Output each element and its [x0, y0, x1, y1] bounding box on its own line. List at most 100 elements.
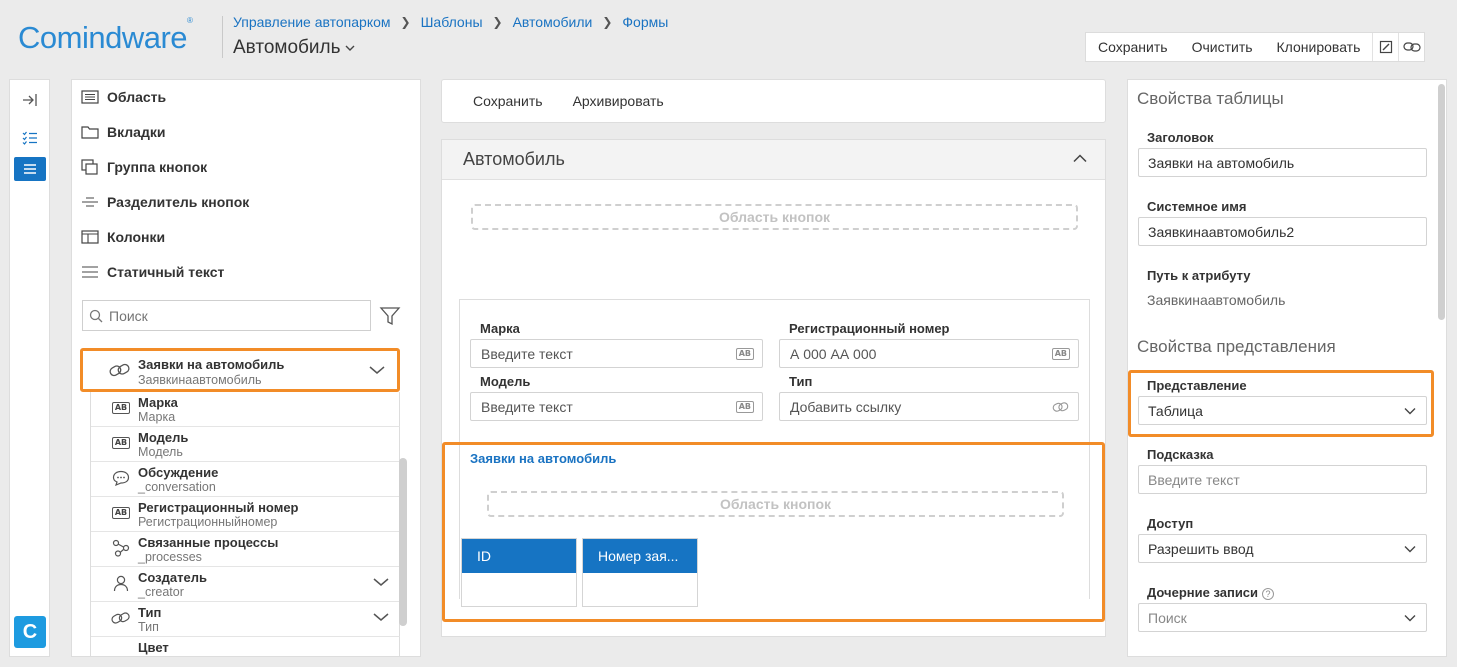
- table-button-area-dropzone[interactable]: Область кнопок: [487, 491, 1064, 517]
- link-icon: [109, 363, 130, 377]
- child-records-select[interactable]: Поиск: [1138, 603, 1427, 632]
- breadcrumb-forms[interactable]: Формы: [622, 14, 668, 30]
- chevron-up-icon[interactable]: [1073, 154, 1087, 163]
- app-logo-icon[interactable]: C: [14, 616, 46, 648]
- breadcrumb-templates[interactable]: Шаблоны: [421, 14, 483, 30]
- chevron-down-icon: [345, 45, 355, 51]
- palette-item-static-text[interactable]: Статичный текст: [80, 260, 224, 284]
- text-ab-icon: AB: [111, 505, 131, 521]
- brand-label: Марка: [480, 321, 520, 336]
- view-properties-title: Свойства представления: [1137, 337, 1336, 356]
- breadcrumb-cars[interactable]: Автомобили: [513, 14, 593, 30]
- header-divider: [222, 16, 223, 58]
- view-label: Представление: [1147, 378, 1247, 393]
- tree-root-vehicle-requests[interactable]: Заявки на автомобиль Заявкинаавтомобиль: [80, 348, 400, 392]
- form-actions-bar: Сохранить Архивировать: [441, 79, 1106, 123]
- chevron-right-icon: ❯: [400, 15, 411, 29]
- table-properties-title: Свойства таблицы: [1137, 89, 1284, 108]
- tree-item-brand[interactable]: AB Марка Марка: [91, 392, 400, 427]
- palette-item-columns[interactable]: Колонки: [80, 225, 165, 249]
- table-widget[interactable]: Заявки на автомобиль Область кнопок ID Н…: [442, 442, 1105, 622]
- palette-search[interactable]: [82, 300, 371, 331]
- tree-item-creator[interactable]: Создатель _creator: [91, 567, 400, 602]
- tree-item-model[interactable]: AB Модель Модель: [91, 427, 400, 462]
- search-input[interactable]: [109, 307, 349, 324]
- button-area-dropzone[interactable]: Область кнопок: [471, 204, 1078, 230]
- left-rail: C: [9, 79, 50, 657]
- column-header: Номер зая...: [583, 539, 697, 573]
- chevron-right-icon: ❯: [492, 15, 503, 29]
- properties-panel: Свойства таблицы Заголовок Заявки на авт…: [1127, 79, 1447, 657]
- tree-children: AB Марка Марка AB Модель Модель Обсужден…: [90, 392, 400, 656]
- breadcrumb-fleet[interactable]: Управление автопарком: [233, 14, 391, 30]
- properties-scrollbar[interactable]: [1438, 84, 1445, 320]
- type-label: Тип: [789, 374, 813, 389]
- system-name-label: Системное имя: [1147, 199, 1247, 214]
- view-select[interactable]: Таблица: [1138, 396, 1427, 425]
- child-records-label: Дочерние записи?: [1147, 585, 1275, 600]
- heading-input[interactable]: Заявки на автомобиль: [1138, 148, 1427, 177]
- access-select[interactable]: Разрешить ввод: [1138, 534, 1427, 563]
- brand-field[interactable]: Введите текст AB: [470, 339, 763, 368]
- collapse-panel-icon[interactable]: [14, 88, 46, 112]
- region-icon: [80, 88, 100, 106]
- chevron-right-icon: ❯: [602, 15, 613, 29]
- header-toolbar: Сохранить Очистить Клонировать: [1085, 32, 1426, 62]
- palette-item-tabs[interactable]: Вкладки: [80, 120, 165, 144]
- reg-number-field[interactable]: А 000 АА 000 AB: [779, 339, 1079, 368]
- list-icon[interactable]: [14, 157, 46, 181]
- heading-label: Заголовок: [1147, 130, 1214, 145]
- palette-item-button-separator[interactable]: Разделитель кнопок: [80, 190, 249, 214]
- table-column-number[interactable]: Номер зая...: [582, 538, 698, 607]
- page-title[interactable]: Автомобиль: [233, 37, 355, 59]
- model-label: Модель: [480, 374, 531, 389]
- link-icon[interactable]: [1398, 33, 1424, 61]
- comindware-logo[interactable]: Comindware®: [18, 16, 193, 56]
- chevron-down-icon[interactable]: [369, 365, 385, 375]
- form-save-button[interactable]: Сохранить: [458, 93, 558, 109]
- tree-item-reg-number[interactable]: AB Регистрационный номер Регистрационный…: [91, 497, 400, 532]
- form-region-header[interactable]: Автомобиль: [442, 140, 1105, 180]
- type-field[interactable]: Добавить ссылку: [779, 392, 1079, 421]
- archive-button[interactable]: Архивировать: [558, 93, 679, 109]
- tree-item-color[interactable]: Цвет: [91, 637, 400, 656]
- tree-item-processes[interactable]: Связанные процессы _processes: [91, 532, 400, 567]
- palette-item-button-group[interactable]: Группа кнопок: [80, 155, 207, 179]
- button-group-icon: [80, 158, 100, 176]
- link-icon: [1052, 402, 1069, 412]
- palette-item-region[interactable]: Область: [80, 85, 166, 109]
- form-region-title: Автомобиль: [463, 149, 565, 169]
- static-text-icon: [80, 263, 100, 281]
- text-ab-icon: AB: [735, 401, 754, 413]
- columns-icon: [80, 228, 100, 246]
- chevron-down-icon[interactable]: [373, 612, 389, 622]
- palette-scrollbar[interactable]: [399, 458, 407, 626]
- model-field[interactable]: Введите текст AB: [470, 392, 763, 421]
- search-icon: [89, 309, 103, 322]
- access-label: Доступ: [1147, 516, 1194, 531]
- chevron-down-icon: [1404, 408, 1416, 415]
- text-ab-icon: AB: [111, 400, 131, 416]
- comment-icon: [111, 470, 131, 486]
- chevron-down-icon[interactable]: [373, 577, 389, 587]
- hint-label: Подсказка: [1147, 447, 1214, 462]
- chevron-down-icon: [1404, 546, 1416, 553]
- system-name-input[interactable]: Заявкинаавтомобиль2: [1138, 217, 1427, 246]
- clone-button[interactable]: Клонировать: [1265, 33, 1373, 61]
- save-button[interactable]: Сохранить: [1086, 33, 1180, 61]
- edit-icon[interactable]: [1372, 33, 1398, 61]
- clear-button[interactable]: Очистить: [1180, 33, 1265, 61]
- checklist-icon[interactable]: [14, 126, 46, 150]
- reg-number-label: Регистрационный номер: [789, 321, 950, 336]
- breadcrumb: Управление автопарком ❯ Шаблоны ❯ Автомо…: [233, 14, 668, 30]
- tabs-folder-icon: [80, 123, 100, 141]
- app-header: Comindware® Управление автопарком ❯ Шабл…: [0, 0, 1457, 72]
- attribute-path-value: Заявкинаавтомобиль: [1147, 292, 1286, 308]
- help-icon[interactable]: ?: [1262, 587, 1275, 600]
- tree-item-conversation[interactable]: Обсуждение _conversation: [91, 462, 400, 497]
- hint-input[interactable]: Введите текст: [1138, 465, 1427, 494]
- tree-item-type[interactable]: Тип Тип: [91, 602, 400, 637]
- filter-icon[interactable]: [379, 305, 401, 327]
- text-ab-icon: AB: [111, 435, 131, 451]
- table-column-id[interactable]: ID: [461, 538, 577, 607]
